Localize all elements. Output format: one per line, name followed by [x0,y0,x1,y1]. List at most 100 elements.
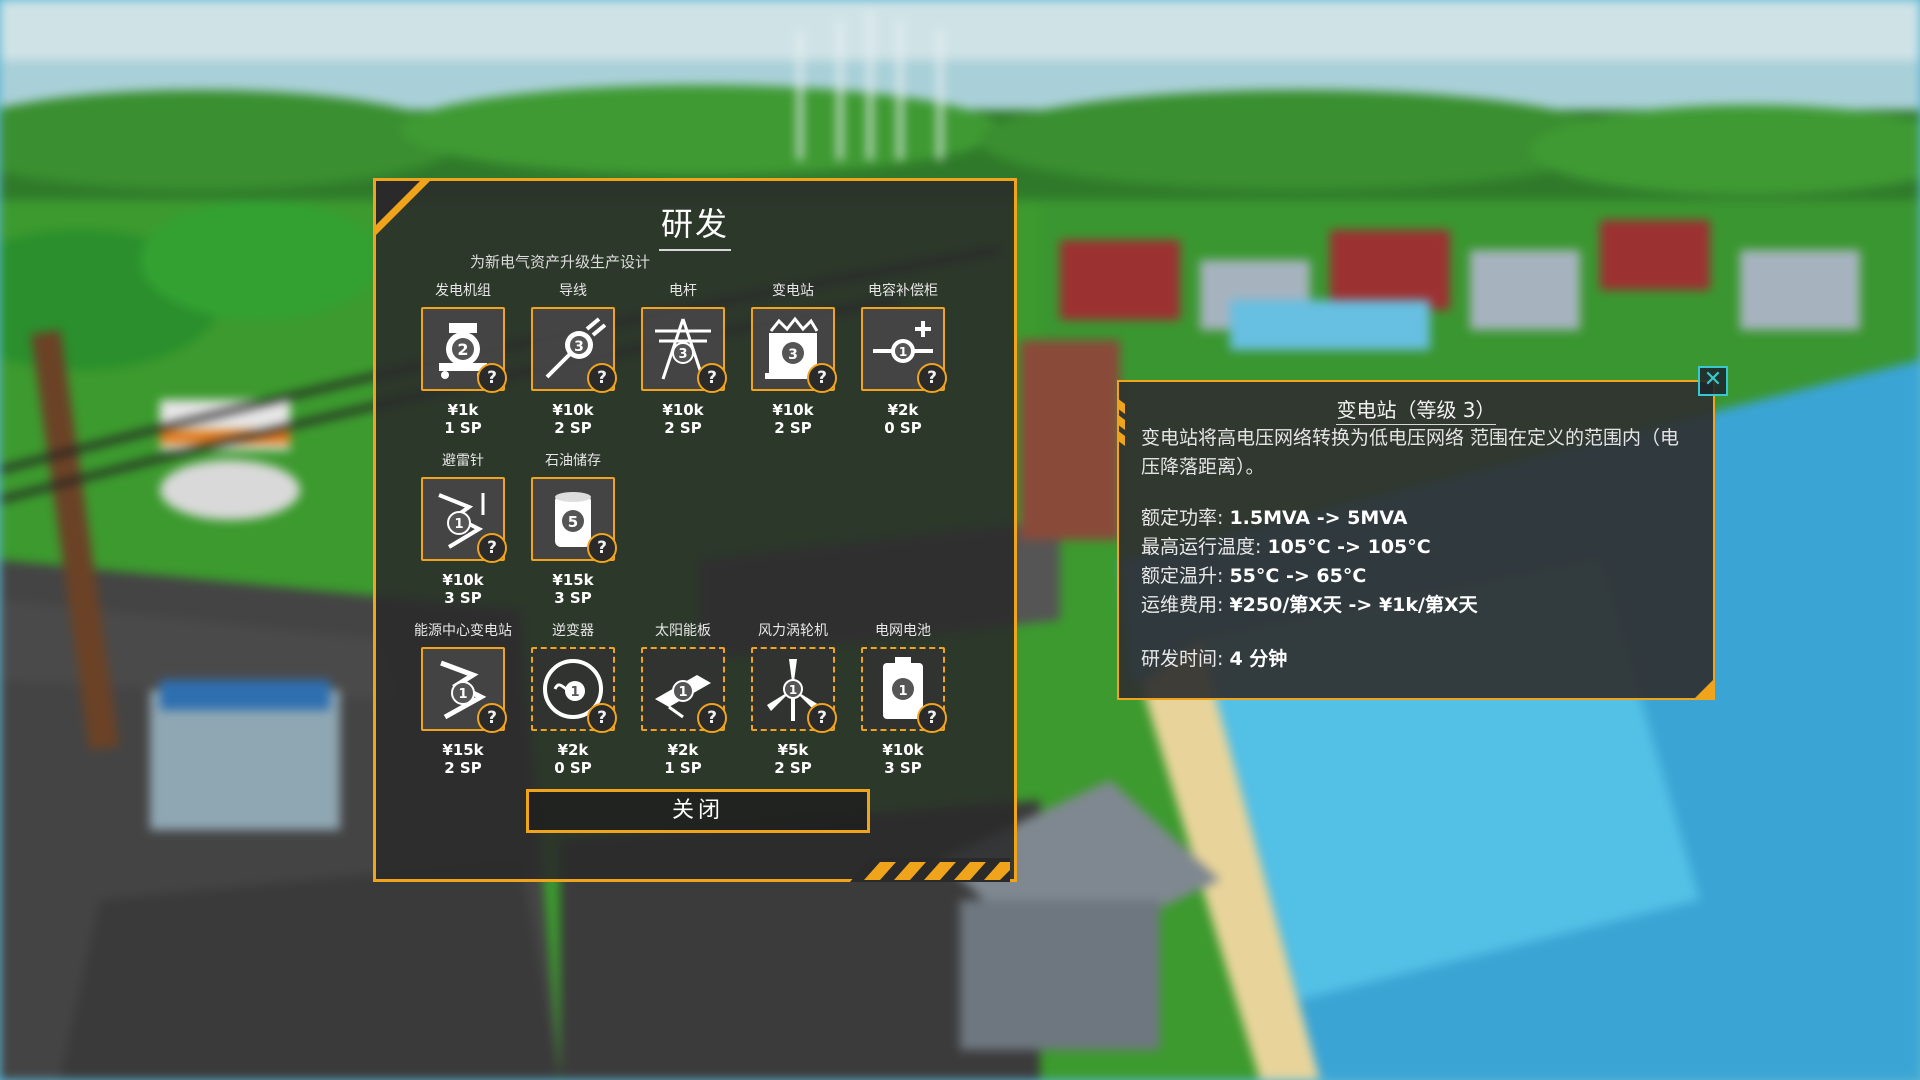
svg-text:1: 1 [570,685,579,700]
tooltip-research-time: 研发时间: 4 分钟 [1141,648,1288,670]
item-label: 太阳能板 [655,623,711,639]
info-badge-icon[interactable]: ? [477,363,507,393]
item-label: 电杆 [669,283,697,299]
tooltip-description: 变电站将高电压网络转换为低电压网络 范围在定义的范围内（电压降落距离）。 [1141,427,1680,478]
item-sp: 2 SP [774,759,812,777]
item-label: 电网电池 [875,623,931,639]
item-sp: 2 SP [444,759,482,777]
panel-subtitle: 为新电气资产升级生产设计 [470,253,651,271]
item-sp: 0 SP [884,419,922,437]
item-icon-frame-locked[interactable]: 1 ? [531,647,617,733]
panel-title: 研发 [376,199,1014,251]
item-label: 变电站 [772,283,814,299]
info-badge-icon[interactable]: ? [697,363,727,393]
svg-text:1: 1 [789,683,797,697]
svg-text:3: 3 [678,347,687,362]
item-icon-frame[interactable]: 3 ? [641,307,727,393]
item-icon-frame[interactable]: 1 ? [861,307,947,393]
item-icon-frame[interactable]: 2 ? [421,307,507,393]
close-button[interactable]: 关闭 [526,789,870,833]
info-badge-icon[interactable]: ? [697,703,727,733]
research-item-lightning-rod[interactable]: 避雷针 1 ? ¥10k 3 SP [408,451,518,607]
item-sp: 0 SP [554,759,592,777]
tooltip-corner-decoration [1693,678,1715,700]
item-label: 电容补偿柜 [868,283,938,299]
item-icon-frame[interactable]: 3 ? [751,307,837,393]
substation-tooltip: 变电站（等级 3） 变电站将高电压网络转换为低电压网络 范围在定义的范围内（电压… [1117,380,1715,700]
item-sp: 3 SP [884,759,922,777]
svg-text:1: 1 [454,517,463,532]
info-badge-icon[interactable]: ? [477,703,507,733]
svg-text:1: 1 [898,684,907,699]
tooltip-stats: 额定功率: 1.5MVA -> 5MVA 最高运行温度: 105°C -> 10… [1141,504,1478,620]
stat-temperature-rise: 额定温升: 55°C -> 65°C [1141,565,1367,587]
item-icon-frame[interactable]: 5 ? [531,477,617,563]
item-label: 逆变器 [552,623,594,639]
item-cost: ¥1k [447,401,479,419]
research-item-oil-storage[interactable]: 石油储存 5 ? ¥15k 3 SP [518,451,628,607]
item-cost: ¥2k [667,741,699,759]
svg-text:1: 1 [899,345,907,359]
research-item-inverter[interactable]: 逆变器 1 ? ¥2k 0 SP [518,621,628,777]
svg-text:3: 3 [574,339,584,355]
item-cost: ¥10k [882,741,924,759]
item-icon-frame-locked[interactable]: 1 ? [641,647,727,733]
item-label: 发电机组 [435,283,491,299]
info-badge-icon[interactable]: ? [587,533,617,563]
research-item-substation[interactable]: 变电站 3 ? ¥10k 2 SP [738,281,848,437]
research-item-grid-battery[interactable]: 电网电池 1 ? ¥10k 3 SP [848,621,958,777]
svg-text:5: 5 [568,513,578,531]
item-sp: 1 SP [664,759,702,777]
item-sp: 3 SP [554,589,592,607]
research-item-generator[interactable]: 发电机组 2 ? ¥1k 1 SP [408,281,518,437]
item-sp: 2 SP [664,419,702,437]
svg-text:1: 1 [458,687,467,702]
item-cost: ¥15k [442,741,484,759]
research-item-wind-turbine[interactable]: 风力涡轮机 1 ? ¥5k 2 SP [738,621,848,777]
item-icon-frame-locked[interactable]: 1 ? [751,647,837,733]
info-badge-icon[interactable]: ? [587,703,617,733]
hazard-stripes-decoration [850,858,1010,882]
stat-rated-power: 额定功率: 1.5MVA -> 5MVA [1141,507,1408,529]
item-cost: ¥10k [552,401,594,419]
item-cost: ¥10k [442,571,484,589]
info-badge-icon[interactable]: ? [917,363,947,393]
item-cost: ¥15k [552,571,594,589]
item-cost: ¥5k [777,741,809,759]
research-item-wire[interactable]: 导线 3 ? ¥10k 2 SP [518,281,628,437]
item-icon-frame[interactable]: 1 ? [421,477,507,563]
research-panel: 研发 为新电气资产升级生产设计 发电机组 2 ? ¥1k 1 SP 导线 3 ?… [373,178,1017,882]
research-item-energy-hub[interactable]: 能源中心变电站 1 ? ¥15k 2 SP [408,621,518,777]
info-badge-icon[interactable]: ? [477,533,507,563]
item-label: 避雷针 [442,453,484,469]
svg-text:3: 3 [788,347,798,363]
item-icon-frame[interactable]: 3 ? [531,307,617,393]
item-cost: ¥2k [887,401,919,419]
tooltip-title: 变电站（等级 3） [1119,394,1713,425]
research-item-solar-panel[interactable]: 太阳能板 1 ? ¥2k 1 SP [628,621,738,777]
item-sp: 2 SP [774,419,812,437]
item-cost: ¥10k [772,401,814,419]
item-icon-frame[interactable]: 1 ? [421,647,507,733]
item-sp: 2 SP [554,419,592,437]
info-badge-icon[interactable]: ? [807,363,837,393]
svg-text:2: 2 [457,340,468,359]
research-item-capacitor[interactable]: 电容补偿柜 1 ? ¥2k 0 SP [848,281,958,437]
item-label: 导线 [559,283,587,299]
tooltip-close-icon[interactable]: ✕ [1698,366,1728,396]
item-label: 石油储存 [545,453,601,469]
item-label: 能源中心变电站 [414,623,512,639]
item-cost: ¥10k [662,401,704,419]
info-badge-icon[interactable]: ? [917,703,947,733]
stat-max-temperature: 最高运行温度: 105°C -> 105°C [1141,536,1431,558]
svg-text:1: 1 [678,685,687,700]
item-sp: 3 SP [444,589,482,607]
stat-maintenance-cost: 运维费用: ¥250/第X天 -> ¥1k/第X天 [1141,594,1478,616]
research-item-pole[interactable]: 电杆 3 ? ¥10k 2 SP [628,281,738,437]
item-cost: ¥2k [557,741,589,759]
item-sp: 1 SP [444,419,482,437]
item-icon-frame-locked[interactable]: 1 ? [861,647,947,733]
item-label: 风力涡轮机 [758,623,828,639]
info-badge-icon[interactable]: ? [807,703,837,733]
info-badge-icon[interactable]: ? [587,363,617,393]
